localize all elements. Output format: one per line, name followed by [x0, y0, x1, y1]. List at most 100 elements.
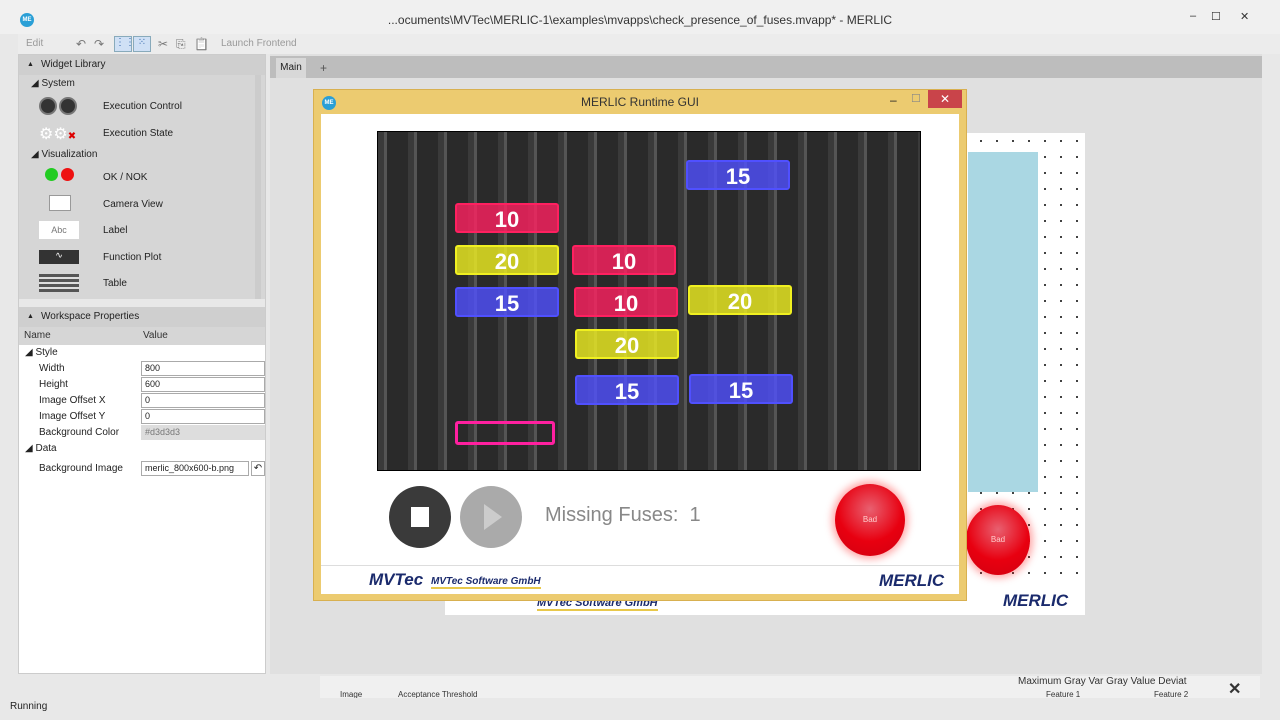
property-name: Image Offset Y	[39, 411, 106, 422]
widget-execution-control[interactable]: Execution Control	[19, 93, 265, 120]
value-column-header: Value	[143, 330, 168, 341]
widget-label[interactable]: Abc Label	[19, 217, 265, 244]
title-bar: ME ...ocuments\MVTec\MERLIC-1\examples\m…	[0, 0, 1280, 34]
grid-icon[interactable]: ⋮⋮	[114, 36, 135, 52]
mvtec-logo: MVTec	[369, 570, 424, 589]
widget-library-header[interactable]: Widget Library	[19, 55, 265, 75]
widget-library: Widget Library ◢ System Execution Contro…	[19, 55, 265, 299]
property-value-field[interactable]: 0	[141, 409, 265, 424]
property-value-field[interactable]: 600	[141, 377, 265, 392]
property-row: Height 600	[19, 377, 265, 393]
property-row: Image Offset X 0	[19, 393, 265, 409]
company-name: MVTec Software GmbH	[431, 576, 541, 589]
group-label: Data	[35, 443, 57, 454]
bottom-panel: Image Acceptance Threshold Maximum Gray …	[320, 676, 1260, 699]
property-value-field[interactable]: 0	[141, 393, 265, 408]
tab-main[interactable]: Main	[276, 58, 306, 78]
table-icon	[39, 274, 79, 292]
minimize-button[interactable]: –	[1190, 10, 1196, 22]
group-system[interactable]: ◢ System	[19, 75, 265, 93]
runtime-window: ME MERLIC Runtime GUI – ☐ ✕ 15 10 20 10 15 10…	[313, 89, 967, 601]
property-row: Background Image merlic_800x600-b.png ↶	[19, 457, 265, 481]
reset-icon[interactable]: ↶	[251, 461, 265, 476]
group-label: Visualization	[41, 149, 98, 160]
background-image-field[interactable]: merlic_800x600-b.png	[141, 461, 249, 476]
property-row: Background Color #d3d3d3	[19, 425, 265, 441]
maximize-button[interactable]: ☐	[1211, 10, 1221, 23]
merlic-logo: MERLIC	[879, 571, 945, 590]
run-once-button[interactable]	[460, 486, 522, 548]
runtime-close-button[interactable]: ✕	[928, 90, 962, 108]
gears-icon: ⚙⚙✖	[39, 125, 77, 143]
close-panel-icon[interactable]: ✕	[1228, 679, 1241, 699]
widget-camera-view[interactable]: Camera View	[19, 191, 265, 218]
group-label: System	[41, 78, 75, 89]
close-button[interactable]: ✕	[1240, 10, 1249, 23]
workspace-properties-header[interactable]: Workspace Properties	[19, 307, 265, 327]
fuse-10: 10	[455, 203, 559, 233]
widget-label: Function Plot	[103, 251, 162, 263]
property-name: Width	[39, 363, 65, 374]
widget-label: OK / NOK	[103, 172, 148, 183]
redo-icon[interactable]: ↷	[94, 37, 108, 51]
widget-label: Table	[103, 278, 127, 289]
widget-label: Label	[103, 225, 128, 236]
play-icon	[484, 504, 502, 530]
widget-function-plot[interactable]: ∿ Function Plot	[19, 244, 265, 271]
paste-icon[interactable]: 📋	[194, 37, 209, 51]
property-name: Height	[39, 379, 68, 390]
runtime-title: MERLIC Runtime GUI	[580, 95, 700, 109]
fuse-20: 20	[455, 245, 559, 275]
camera-view-icon	[49, 194, 71, 211]
property-row: Image Offset Y 0	[19, 409, 265, 425]
ok-nok-icon	[45, 168, 85, 186]
missing-fuses-label: Missing Fuses: 1	[545, 504, 701, 527]
execution-control-icon	[39, 97, 79, 115]
runtime-maximize-button[interactable]: ☐	[911, 92, 921, 105]
missing-fuses-text: Missing Fuses:	[545, 504, 679, 526]
fuse-10: 10	[572, 245, 676, 275]
widget-label: Execution Control	[103, 101, 182, 112]
property-name: Background Image	[39, 463, 123, 474]
property-value-field[interactable]: #d3d3d3	[141, 425, 265, 440]
ok-nok-widget[interactable]: Bad	[966, 505, 1030, 575]
fuse-15: 15	[686, 160, 790, 190]
tab-bar	[270, 56, 1262, 78]
runtime-body: 15 10 20 10 15 10 20 20 15 15 Missing Fuses: 1 Ba…	[321, 114, 959, 594]
runtime-minimize-button[interactable]: –	[890, 93, 897, 107]
snap-grid-icon[interactable]: ⁙	[133, 36, 151, 52]
property-value-field[interactable]: 800	[141, 361, 265, 376]
group-data[interactable]: ◢ Data	[19, 441, 265, 457]
fuse-15: 15	[455, 287, 559, 317]
missing-fuse-marker	[455, 421, 555, 445]
launch-frontend-button[interactable]: Launch Frontend	[221, 38, 297, 49]
label-icon: Abc	[39, 221, 79, 239]
add-tab-button[interactable]: +	[320, 61, 327, 75]
widget-label: Camera View	[103, 198, 163, 210]
stop-icon	[411, 507, 429, 527]
cut-icon[interactable]: ✂	[158, 37, 172, 51]
left-panel: Widget Library ◢ System Execution Contro…	[18, 54, 266, 674]
merlic-logo: MERLIC	[1003, 591, 1069, 610]
fuse-20: 20	[688, 285, 792, 315]
function-plot-icon: ∿	[39, 249, 79, 264]
edit-menu[interactable]: Edit	[26, 38, 43, 49]
group-style[interactable]: ◢ Style	[19, 345, 265, 361]
widget-table[interactable]: Table	[19, 270, 265, 297]
undo-icon[interactable]: ↶	[76, 37, 90, 51]
camera-view-widget[interactable]	[968, 152, 1038, 492]
widget-label: Execution State	[103, 127, 174, 139]
fuse-20: 20	[575, 329, 679, 359]
runtime-footer: MVTec MVTec Software GmbH MERLIC	[321, 565, 959, 594]
camera-image: 15 10 20 10 15 10 20 20 15 15	[377, 131, 921, 471]
property-name: Background Color	[39, 427, 120, 438]
copy-icon[interactable]: ⎘	[176, 37, 190, 51]
property-row: Width 800	[19, 361, 265, 377]
group-label: Style	[35, 347, 58, 358]
widget-execution-state[interactable]: ⚙⚙✖ Execution State	[19, 120, 265, 147]
widget-library-scrollbar[interactable]	[255, 75, 261, 299]
widget-ok-nok[interactable]: OK / NOK	[19, 164, 265, 191]
status-bar: Running	[0, 698, 1280, 720]
stop-button[interactable]	[389, 486, 451, 548]
group-visualization[interactable]: ◢ Visualization	[19, 146, 265, 164]
